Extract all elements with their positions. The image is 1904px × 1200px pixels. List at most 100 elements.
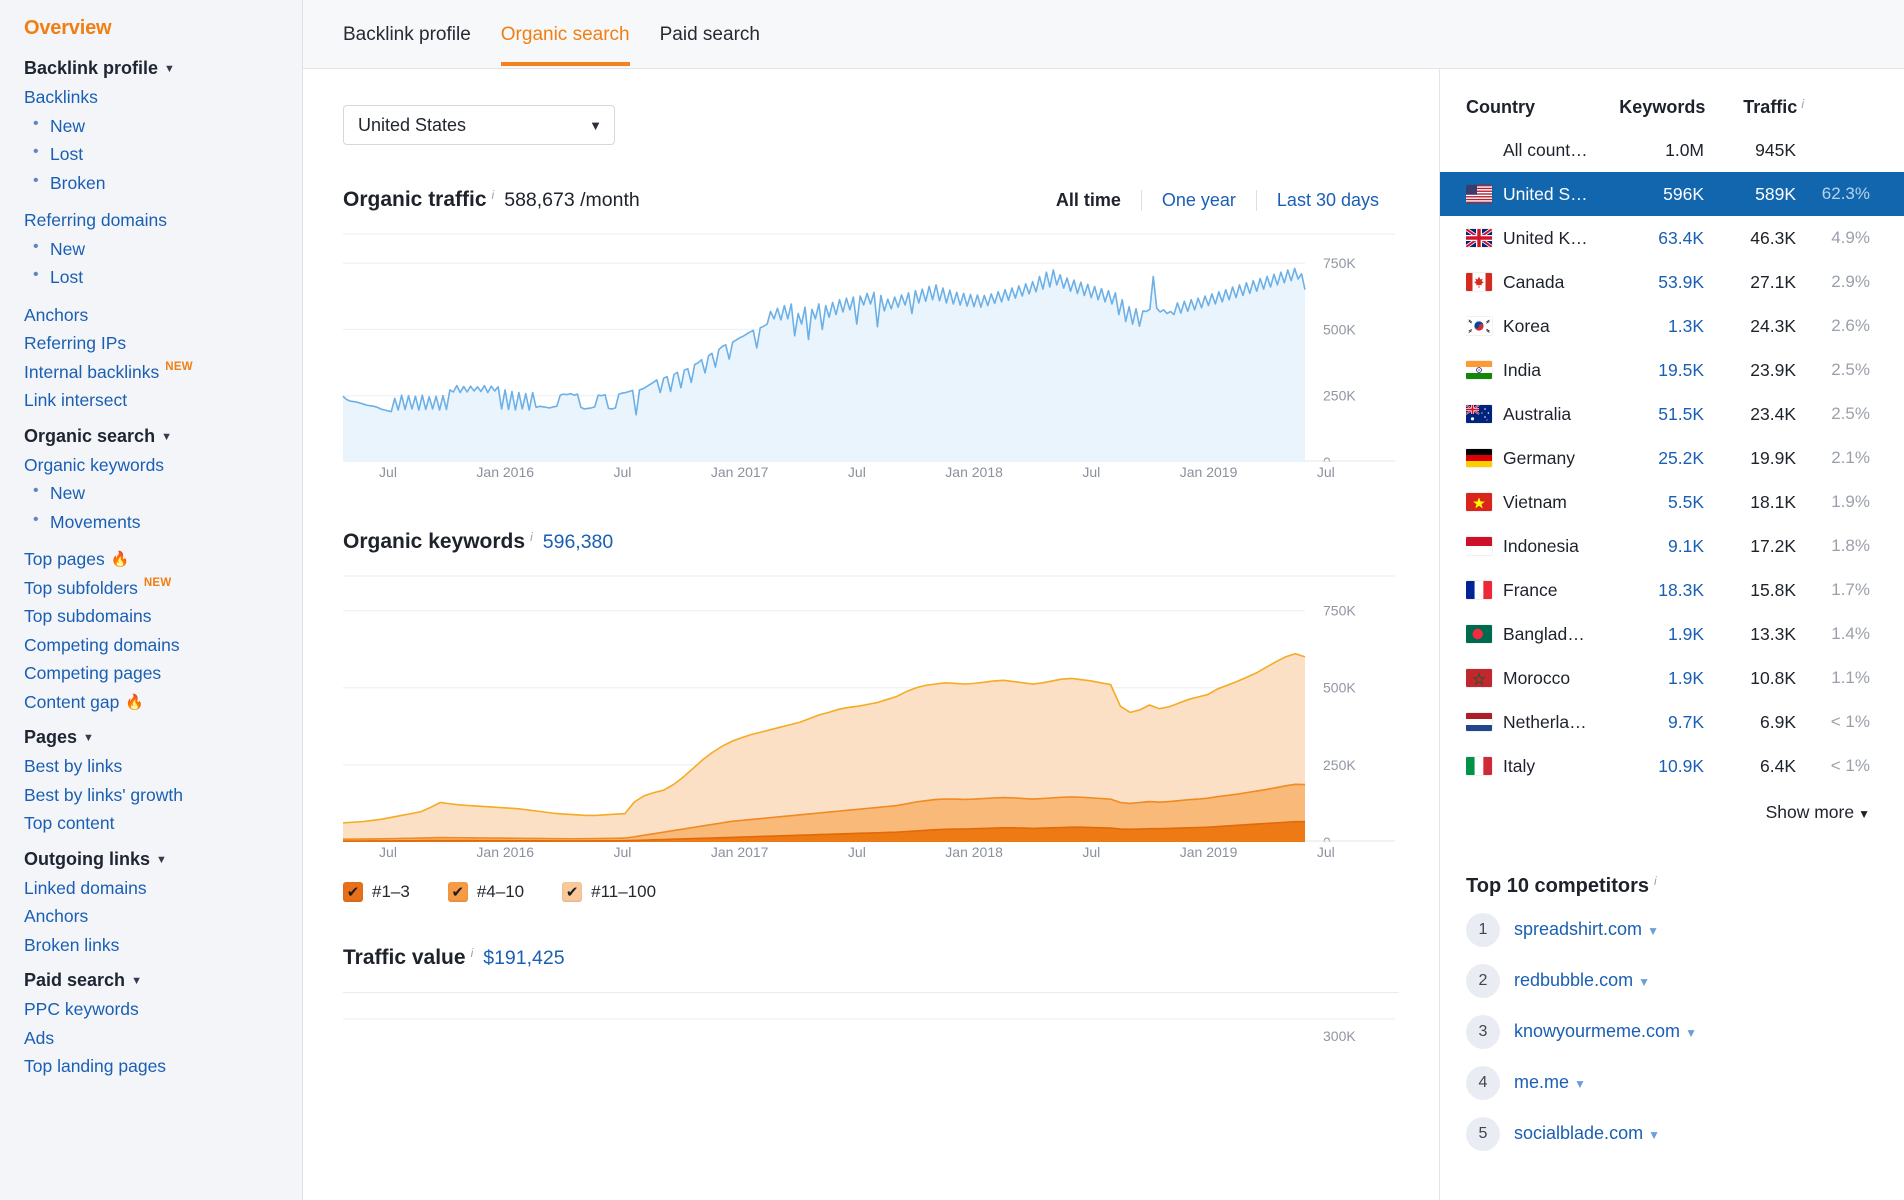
- country-row[interactable]: Korea1.3K24.3K2.6%: [1466, 304, 1878, 348]
- chevron-down-icon[interactable]: ▼: [1685, 1026, 1697, 1040]
- country-row[interactable]: United K…63.4K46.3K4.9%: [1466, 216, 1878, 260]
- checkbox-1-3[interactable]: ✔: [343, 882, 363, 902]
- country-row[interactable]: Morocco1.9K10.8K1.1%: [1466, 656, 1878, 700]
- traffic-value-chart[interactable]: 300K: [303, 1015, 1439, 1045]
- legend-item-11-100[interactable]: ✔ #11–100: [562, 882, 656, 902]
- competitor-domain-link[interactable]: spreadshirt.com: [1514, 919, 1642, 939]
- sidebar-group-organic-search[interactable]: Organic search▼: [24, 426, 302, 447]
- sidebar-item-new[interactable]: New: [50, 118, 302, 136]
- country-row[interactable]: Canada53.9K27.1K2.9%: [1466, 260, 1878, 304]
- country-keywords[interactable]: 10.9K: [1596, 756, 1704, 777]
- sidebar-item-broken-links[interactable]: Broken links: [24, 937, 302, 955]
- sidebar-item-top-subdomains[interactable]: Top subdomains: [24, 608, 302, 626]
- country-row[interactable]: Australia51.5K23.4K2.5%: [1466, 392, 1878, 436]
- country-filter-dropdown[interactable]: United States ▼: [343, 105, 615, 145]
- country-keywords[interactable]: 9.7K: [1596, 712, 1704, 733]
- sidebar-item-anchors[interactable]: Anchors: [24, 307, 302, 325]
- info-icon[interactable]: i: [471, 946, 474, 960]
- country-keywords[interactable]: 1.3K: [1596, 316, 1704, 337]
- flag-icon-bd: [1466, 625, 1492, 643]
- sidebar-item-competing-pages[interactable]: Competing pages: [24, 665, 302, 683]
- sidebar-item-lost[interactable]: Lost: [50, 146, 302, 164]
- country-row[interactable]: Germany25.2K19.9K2.1%: [1466, 436, 1878, 480]
- sidebar-item-link-intersect[interactable]: Link intersect: [24, 392, 302, 410]
- show-more-countries-button[interactable]: Show more▼: [1466, 788, 1878, 823]
- sidebar-item-top-content[interactable]: Top content: [24, 815, 302, 833]
- tab-paid-search[interactable]: Paid search: [660, 24, 760, 66]
- sidebar-item-internal-backlinks[interactable]: Internal backlinksNEW: [24, 364, 302, 382]
- range-last-30-days[interactable]: Last 30 days: [1256, 190, 1399, 211]
- country-row[interactable]: Italy10.9K6.4K< 1%: [1466, 744, 1878, 788]
- sidebar-item-overview[interactable]: Overview: [24, 17, 302, 40]
- organic-keywords-chart[interactable]: 0250K500K750K JulJan 2016JulJan 2017JulJ…: [303, 572, 1439, 866]
- country-keywords[interactable]: 18.3K: [1596, 580, 1704, 601]
- sidebar-item-best-by-links-growth[interactable]: Best by links' growth: [24, 787, 302, 805]
- tab-organic-search[interactable]: Organic search: [501, 24, 630, 66]
- info-icon[interactable]: i: [1654, 874, 1657, 888]
- sidebar-group-pages[interactable]: Pages▼: [24, 727, 302, 748]
- country-keywords[interactable]: 596K: [1596, 184, 1704, 205]
- country-row[interactable]: United S…596K589K62.3%: [1440, 172, 1904, 216]
- competitor-domain-link[interactable]: redbubble.com: [1514, 970, 1633, 990]
- legend-item-4-10[interactable]: ✔ #4–10: [448, 882, 524, 902]
- sidebar-item-ppc-keywords[interactable]: PPC keywords: [24, 1001, 302, 1019]
- competitor-domain-link[interactable]: socialblade.com: [1514, 1123, 1643, 1143]
- charts-panel: United States ▼ Organic traffic i 588,67…: [303, 69, 1440, 1200]
- legend-item-1-3[interactable]: ✔ #1–3: [343, 882, 410, 902]
- sidebar-item-linked-domains[interactable]: Linked domains: [24, 880, 302, 898]
- sidebar-item-new[interactable]: New: [50, 485, 302, 503]
- checkbox-11-100[interactable]: ✔: [562, 882, 582, 902]
- chevron-down-icon[interactable]: ▼: [1574, 1077, 1586, 1091]
- country-row[interactable]: Netherla…9.7K6.9K< 1%: [1466, 700, 1878, 744]
- country-row[interactable]: France18.3K15.8K1.7%: [1466, 568, 1878, 612]
- traffic-value-value[interactable]: $191,425: [483, 947, 564, 970]
- competitor-domain-link[interactable]: knowyourmeme.com: [1514, 1021, 1680, 1041]
- organic-traffic-chart[interactable]: 0250K500K750K JulJan 2016JulJan 2017JulJ…: [303, 230, 1439, 486]
- country-row[interactable]: Banglad…1.9K13.3K1.4%: [1466, 612, 1878, 656]
- info-icon[interactable]: i: [1801, 97, 1804, 111]
- country-keywords[interactable]: 63.4K: [1596, 228, 1704, 249]
- sidebar-group-paid-search[interactable]: Paid search▼: [24, 970, 302, 991]
- sidebar-item-backlinks[interactable]: Backlinks: [24, 89, 302, 107]
- country-row[interactable]: Indonesia9.1K17.2K1.8%: [1466, 524, 1878, 568]
- competitor-domain-link[interactable]: me.me: [1514, 1072, 1569, 1092]
- chevron-down-icon[interactable]: ▼: [1647, 924, 1659, 938]
- sidebar-item-referring-domains[interactable]: Referring domains: [24, 212, 302, 230]
- sidebar-item-competing-domains[interactable]: Competing domains: [24, 637, 302, 655]
- sidebar-item-top-subfolders[interactable]: Top subfoldersNEW: [24, 580, 302, 598]
- info-icon[interactable]: i: [492, 188, 495, 202]
- info-icon[interactable]: i: [530, 530, 533, 544]
- chevron-down-icon[interactable]: ▼: [1638, 975, 1650, 989]
- sidebar-item-lost[interactable]: Lost: [50, 269, 302, 287]
- country-keywords[interactable]: 1.9K: [1596, 668, 1704, 689]
- sidebar-item-ads[interactable]: Ads: [24, 1030, 302, 1048]
- country-row[interactable]: India19.5K23.9K2.5%: [1466, 348, 1878, 392]
- sidebar-group-outgoing-links[interactable]: Outgoing links▼: [24, 849, 302, 870]
- country-keywords[interactable]: 5.5K: [1596, 492, 1704, 513]
- sidebar-group-backlink-profile[interactable]: Backlink profile▼: [24, 58, 302, 79]
- sidebar-item-referring-ips[interactable]: Referring IPs: [24, 335, 302, 353]
- country-row[interactable]: Vietnam5.5K18.1K1.9%: [1466, 480, 1878, 524]
- chevron-down-icon[interactable]: ▼: [1648, 1128, 1660, 1142]
- tab-backlink-profile[interactable]: Backlink profile: [343, 24, 471, 66]
- sidebar-item-broken[interactable]: Broken: [50, 175, 302, 193]
- sidebar-item-new[interactable]: New: [50, 241, 302, 259]
- country-keywords[interactable]: 1.9K: [1596, 624, 1704, 645]
- country-keywords[interactable]: 25.2K: [1596, 448, 1704, 469]
- sidebar-item-best-by-links[interactable]: Best by links: [24, 758, 302, 776]
- sidebar-item-content-gap[interactable]: Content gap🔥: [24, 694, 302, 712]
- sidebar-item-top-pages[interactable]: Top pages🔥: [24, 551, 302, 569]
- sidebar-item-anchors[interactable]: Anchors: [24, 908, 302, 926]
- sidebar-item-top-landing-pages[interactable]: Top landing pages: [24, 1058, 302, 1076]
- sidebar-item-movements[interactable]: Movements: [50, 514, 302, 532]
- country-row-all[interactable]: All count…1.0M945K: [1466, 128, 1878, 172]
- checkbox-4-10[interactable]: ✔: [448, 882, 468, 902]
- country-keywords[interactable]: 51.5K: [1596, 404, 1704, 425]
- country-keywords[interactable]: 53.9K: [1596, 272, 1704, 293]
- range-one-year[interactable]: One year: [1141, 190, 1256, 211]
- country-keywords[interactable]: 9.1K: [1596, 536, 1704, 557]
- sidebar-item-organic-keywords[interactable]: Organic keywords: [24, 457, 302, 475]
- organic-keywords-value[interactable]: 596,380: [543, 531, 614, 554]
- range-all-time[interactable]: All time: [1036, 190, 1141, 211]
- country-keywords[interactable]: 19.5K: [1596, 360, 1704, 381]
